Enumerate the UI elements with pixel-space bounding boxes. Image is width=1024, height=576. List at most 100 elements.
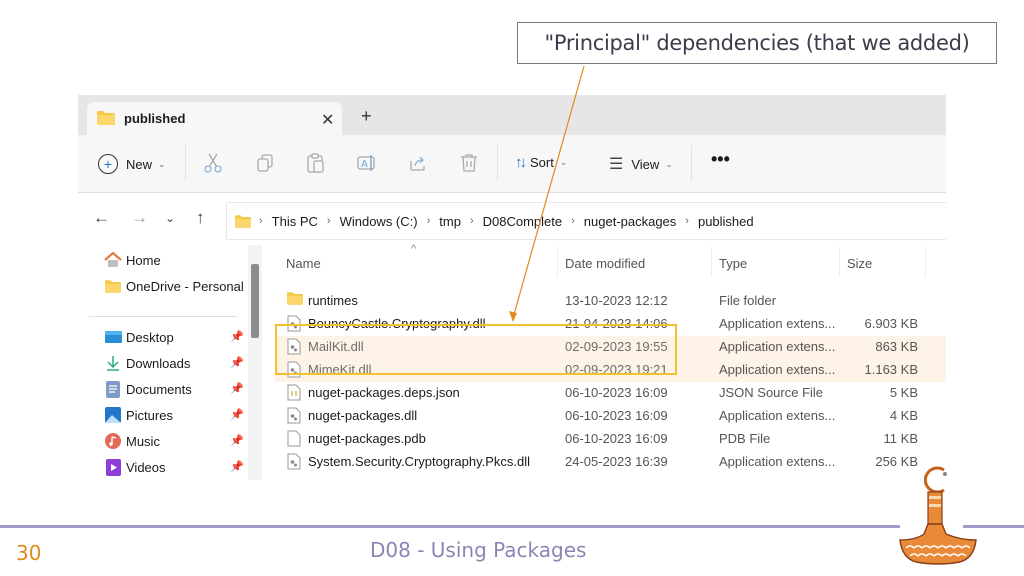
column-divider[interactable] [711,247,712,277]
dll-file-icon [287,407,302,425]
file-row[interactable]: BouncyCastle.Cryptography.dll 21-04-2023 … [275,313,946,336]
file-icon [287,430,302,448]
share-icon[interactable] [407,152,429,174]
file-explorer-window: published ✕ + + New ⌄ A ↑↓ Sort ⌄ ☰ View… [78,95,946,480]
file-size: 6.903 KB [864,316,919,331]
folder-icon [97,111,115,130]
breadcrumb-tmp[interactable]: tmp [439,214,461,229]
file-date: 02-09-2023 19:21 [565,362,668,377]
file-row[interactable]: MailKit.dll 02-09-2023 19:55 Application e… [275,336,946,359]
pin-icon[interactable]: 📌 [230,460,244,473]
close-icon[interactable]: ✕ [321,110,334,130]
nav-item-pictures[interactable]: Pictures [104,404,244,426]
file-row[interactable]: nuget-packages.deps.json 06-10-2023 16:09… [275,382,946,405]
footer-title: D08 - Using Packages [370,538,587,562]
new-label: New [126,156,153,172]
column-header-date[interactable]: Date modified [565,256,645,271]
nav-item-music[interactable]: Music [104,430,244,452]
paste-icon[interactable] [305,152,327,174]
breadcrumb-this-pc[interactable]: This PC [272,214,318,229]
file-name: System.Security.Cryptography.Pkcs.dll [308,454,531,469]
file-name: runtimes [308,293,358,308]
nav-item-home[interactable]: Home [104,249,244,271]
pin-icon[interactable]: 📌 [230,434,244,447]
column-divider[interactable] [557,247,558,277]
breadcrumb-published[interactable]: published [698,214,754,229]
tab-label: published [124,111,186,126]
file-row[interactable]: nuget-packages.pdb 06-10-2023 16:09 PDB Fi… [275,428,946,451]
desktop-icon [104,328,122,346]
nav-item-documents[interactable]: Documents [104,378,244,400]
nav-item-downloads[interactable]: Downloads [104,352,244,374]
file-row[interactable]: nuget-packages.dll 06-10-2023 16:09 Applic… [275,405,946,428]
music-icon [104,432,122,450]
nav-item-label: Desktop [126,329,174,345]
nav-item-desktop[interactable]: Desktop [104,326,244,348]
copy-icon[interactable] [254,152,276,174]
pin-icon[interactable]: 📌 [230,330,244,343]
command-bar: + New ⌄ A ↑↓ Sort ⌄ ☰ View ⌄ ••• [78,135,946,193]
callout-box: "Principal" dependencies (that we added) [517,22,997,64]
nav-item-label: Videos [126,459,166,475]
dll-file-icon [287,361,302,379]
pin-icon[interactable]: 📌 [230,382,244,395]
file-name: nuget-packages.deps.json [308,385,460,400]
file-type: Application extens... [719,362,836,377]
column-header-name[interactable]: Name [286,256,321,271]
pin-icon[interactable]: 📌 [230,356,244,369]
up-arrow-icon[interactable]: ↑ [196,208,205,228]
file-row[interactable]: MimeKit.dll 02-09-2023 19:21 Application e… [275,359,946,382]
file-type: JSON Source File [719,385,824,400]
forward-arrow-icon[interactable]: → [131,208,148,228]
file-type: Application extens... [719,454,836,469]
address-bar[interactable]: › This PC › Windows (C:) › tmp › D08Comp… [226,202,946,240]
column-divider[interactable] [925,247,926,277]
nav-scrollbar[interactable] [248,245,262,480]
ellipsis-icon[interactable]: ••• [711,149,730,170]
breadcrumb-d08complete[interactable]: D08Complete [483,214,563,229]
tab-published[interactable]: published ✕ [87,102,342,135]
recent-chevron-icon[interactable]: ⌄ [165,211,175,225]
nav-item-videos[interactable]: Videos [104,456,244,478]
chevron-right-icon: › [685,215,689,227]
home-icon [104,251,122,269]
column-divider[interactable] [839,247,840,277]
delete-icon[interactable] [458,152,480,174]
scrollbar-thumb[interactable] [251,264,259,338]
chevron-right-icon: › [469,215,474,227]
file-type: File folder [719,293,777,308]
pin-icon[interactable]: 📌 [230,408,244,421]
file-name: MailKit.dll [308,339,364,354]
thors-hammer-logo-icon [899,466,977,565]
breadcrumb-windows-c[interactable]: Windows (C:) [340,214,418,229]
videos-icon [104,458,122,476]
download-icon [104,354,122,372]
file-type: Application extens... [719,316,836,331]
cut-icon[interactable] [202,152,224,174]
file-row[interactable]: runtimes 13-10-2023 12:12 File folder [275,290,946,313]
plus-icon[interactable]: + [361,106,372,127]
rename-icon[interactable]: A [356,152,378,174]
chevron-right-icon: › [259,215,263,227]
view-button[interactable]: ☰ View ⌄ [609,154,673,174]
chevron-right-icon: › [426,215,431,227]
file-row[interactable]: System.Security.Cryptography.Pkcs.dll 24-… [275,451,946,474]
dll-file-icon [287,453,302,471]
column-header-type[interactable]: Type [719,256,747,271]
breadcrumb-nuget-packages[interactable]: nuget-packages [584,214,677,229]
page-number: 30 [16,541,42,565]
file-date: 06-10-2023 16:09 [565,431,668,446]
file-date: 24-05-2023 16:39 [565,454,668,469]
nav-item-label: OneDrive - Personal [126,278,244,294]
new-button[interactable]: + New ⌄ [98,154,166,174]
sort-button[interactable]: ↑↓ Sort ⌄ [515,154,567,171]
back-arrow-icon[interactable]: ← [93,208,110,228]
callout-text: "Principal" dependencies (that we added) [544,31,970,55]
file-name: MimeKit.dll [308,362,372,377]
column-header-size[interactable]: Size [847,256,872,271]
add-circle-icon: + [98,154,118,174]
chevron-right-icon: › [326,215,331,227]
address-bar-row: ← → ⌄ ↑ › This PC › Windows (C:) › tmp ›… [78,198,946,240]
file-size: 1.163 KB [864,362,919,377]
nav-item-label: Music [126,433,160,449]
